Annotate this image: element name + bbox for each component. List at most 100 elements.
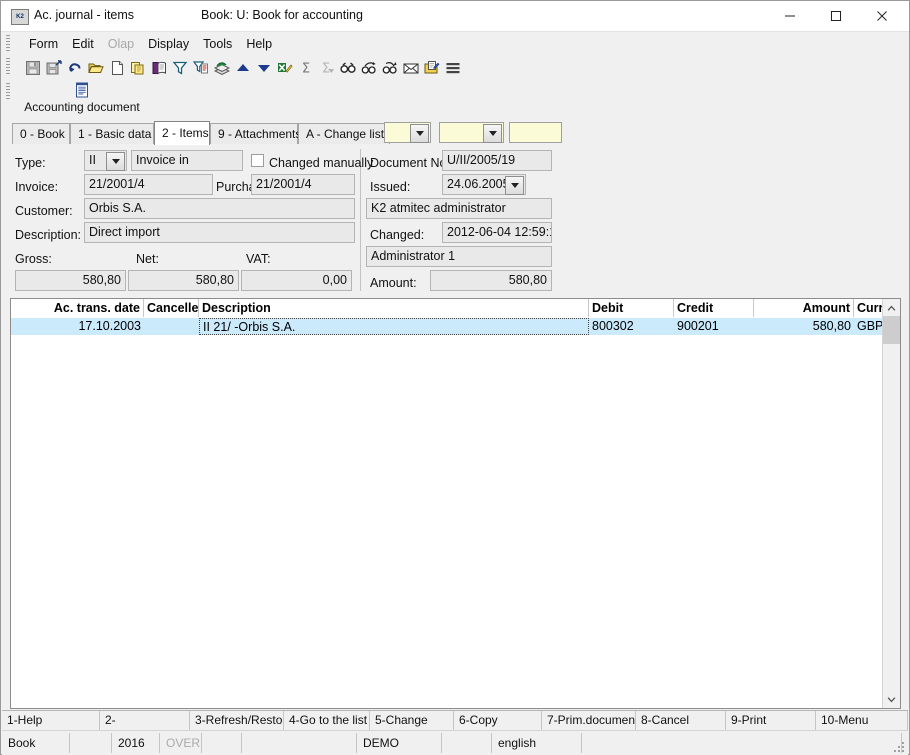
function-key-7[interactable]: 7-Prim.document [542, 711, 636, 730]
header-combo-2[interactable] [439, 122, 504, 143]
grid-cell-description[interactable]: II 21/ -Orbis S.A. [199, 318, 589, 335]
grid-empty-area[interactable] [11, 335, 884, 708]
issued-date-combo[interactable]: 24.06.2005 [442, 174, 526, 195]
new-document-icon[interactable] [106, 57, 127, 78]
changed-manually-checkbox[interactable] [251, 154, 264, 167]
save-icon[interactable] [22, 57, 43, 78]
function-key-4[interactable]: 4-Go to the list [284, 711, 370, 730]
grid-column-header[interactable]: Cancelled [144, 299, 199, 317]
type-text-field[interactable]: Invoice in [131, 150, 243, 171]
filter-icon[interactable] [169, 57, 190, 78]
grid-cell-debit[interactable]: 800302 [589, 318, 674, 335]
scroll-up-icon[interactable] [883, 299, 900, 316]
function-key-2[interactable]: 2- [100, 711, 190, 730]
filter-edit-icon[interactable] [190, 57, 211, 78]
type-code-combo[interactable]: II [84, 150, 127, 171]
header-combo-1[interactable] [384, 122, 431, 143]
toolbar-drag-handle[interactable] [6, 58, 10, 75]
vat-field[interactable]: 0,00 [241, 270, 352, 291]
changed-field[interactable]: 2012-06-04 12:59:16 [442, 222, 552, 243]
grid-cell-currency[interactable]: GBP [854, 318, 884, 335]
menu-item-olap: Olap [107, 36, 135, 51]
menu-item-list: Form Edit Olap Display Tools Help [22, 32, 279, 55]
function-key-9[interactable]: 9-Print [726, 711, 816, 730]
chevron-down-icon[interactable] [410, 124, 429, 143]
gross-field[interactable]: 580,80 [15, 270, 126, 291]
menu-item-display[interactable]: Display [141, 35, 196, 53]
function-key-8[interactable]: 8-Cancel [636, 711, 726, 730]
grid-cell-ac-trans-date[interactable]: 17.10.2003 [19, 318, 144, 335]
invoice-label: Invoice: [15, 180, 59, 194]
customer-field[interactable]: Orbis S.A. [84, 198, 355, 219]
menu-list-icon[interactable] [442, 57, 463, 78]
grid-cell-amount[interactable]: 580,80 [754, 318, 854, 335]
scrollbar-thumb[interactable] [883, 316, 900, 344]
amount-field[interactable]: 580,80 [430, 270, 552, 291]
header-field-3[interactable] [509, 122, 562, 143]
chevron-down-icon[interactable] [106, 152, 125, 171]
minimize-button[interactable] [767, 1, 813, 30]
tab-1-basic-data[interactable]: 1 - Basic data [70, 123, 154, 144]
copy-icon[interactable] [127, 57, 148, 78]
menu-item-form[interactable]: Form [22, 35, 65, 53]
status-cell-3: 2016 [112, 733, 160, 753]
menu-item-tools[interactable]: Tools [196, 35, 239, 53]
save-as-icon[interactable] [43, 57, 64, 78]
grid-cell-cancelled[interactable] [144, 318, 199, 335]
function-key-5[interactable]: 5-Change [370, 711, 454, 730]
open-folder-icon[interactable] [85, 57, 106, 78]
find-icon[interactable] [337, 57, 358, 78]
edit-document-icon[interactable] [421, 57, 442, 78]
move-down-icon[interactable] [253, 57, 274, 78]
function-key-6[interactable]: 6-Copy [454, 711, 542, 730]
tab-9-attachments[interactable]: 9 - Attachments [210, 123, 301, 144]
svg-text:Σ: Σ [301, 61, 309, 76]
administrator-field[interactable]: Administrator 1 [366, 246, 552, 267]
find-prev-icon[interactable] [379, 57, 400, 78]
description-field[interactable]: Direct import [84, 222, 355, 243]
book-icon[interactable] [148, 57, 169, 78]
net-field[interactable]: 580,80 [128, 270, 239, 291]
accounting-document-button[interactable]: Accounting document [22, 81, 142, 119]
grid-vertical-scrollbar[interactable] [882, 299, 900, 708]
purchase-field[interactable]: 21/2001/4 [251, 174, 355, 195]
changed-manually-label: Changed manually [269, 156, 374, 170]
grid-column-header[interactable]: Description [199, 299, 589, 317]
sum-icon[interactable]: Σ [295, 57, 316, 78]
close-button[interactable] [859, 1, 905, 30]
undo-icon[interactable] [64, 57, 85, 78]
menu-item-edit[interactable]: Edit [65, 35, 101, 53]
type-label: Type: [15, 156, 46, 170]
menu-item-help[interactable]: Help [239, 35, 279, 53]
grid-column-header[interactable]: Curr. [854, 299, 884, 317]
table-row[interactable]: 17.10.2003 II 21/ -Orbis S.A. 800302 900201… [11, 318, 884, 335]
scroll-down-icon[interactable] [883, 691, 900, 708]
function-key-bar: 1-Help 2- 3-Refresh/Restore 4-Go to the lis… [2, 710, 908, 731]
tab-0-book[interactable]: 0 - Book [12, 123, 70, 144]
layers-icon[interactable] [211, 57, 232, 78]
find-next-icon[interactable] [358, 57, 379, 78]
chevron-down-icon[interactable] [483, 124, 502, 143]
invoice-field[interactable]: 21/2001/4 [84, 174, 213, 195]
chevron-down-icon[interactable] [505, 176, 524, 195]
grid-column-header[interactable]: Ac. trans. date [19, 299, 144, 317]
move-up-icon[interactable] [232, 57, 253, 78]
maximize-button[interactable] [813, 1, 859, 30]
function-key-10[interactable]: 10-Menu [816, 711, 908, 730]
tab-a-change-list[interactable]: A - Change list [298, 123, 390, 144]
status-cell-10 [582, 733, 902, 753]
bigbar-drag-handle[interactable] [6, 83, 10, 100]
tab-2-items[interactable]: 2 - Items [154, 121, 210, 145]
function-key-3[interactable]: 3-Refresh/Restore [190, 711, 284, 730]
created-by-field[interactable]: K2 atmitec administrator [366, 198, 552, 219]
export-excel-icon[interactable] [274, 57, 295, 78]
grid-column-header[interactable]: Credit [674, 299, 754, 317]
function-key-1[interactable]: 1-Help [2, 711, 100, 730]
document-no-field[interactable]: U/II/2005/19 [442, 150, 552, 171]
grid-column-header[interactable]: Debit [589, 299, 674, 317]
menu-bar: Form Edit Olap Display Tools Help [2, 32, 908, 56]
mail-icon[interactable] [400, 57, 421, 78]
grid-column-header[interactable]: Amount [754, 299, 854, 317]
menu-drag-handle[interactable] [6, 35, 10, 52]
grid-cell-credit[interactable]: 900201 [674, 318, 754, 335]
